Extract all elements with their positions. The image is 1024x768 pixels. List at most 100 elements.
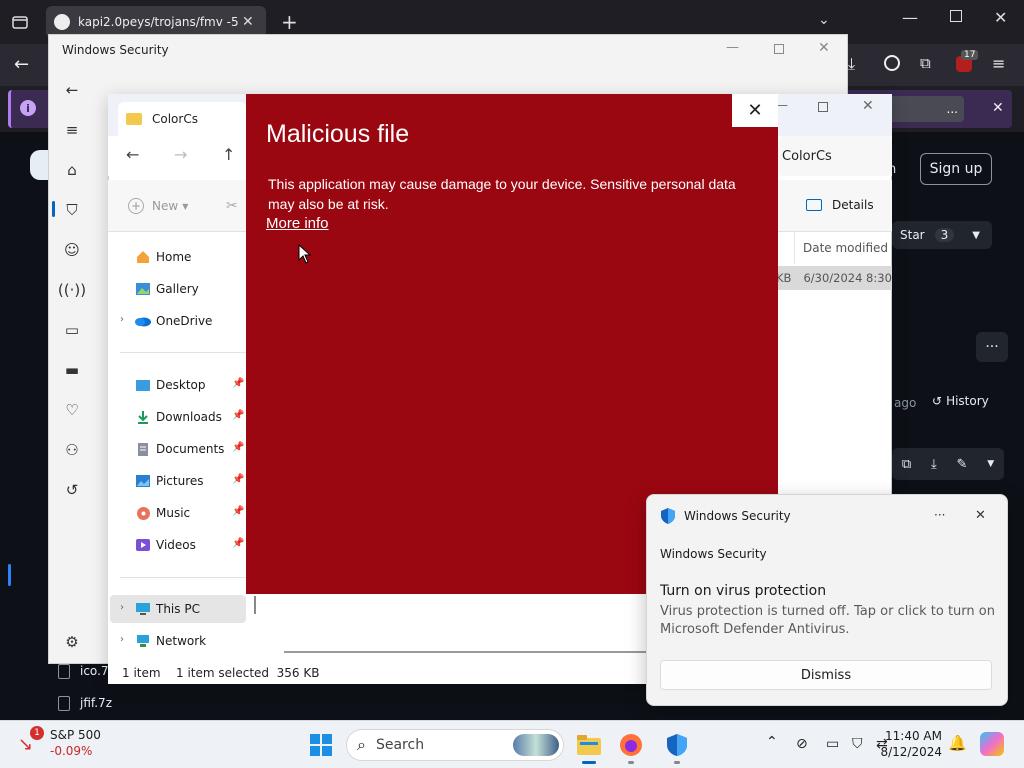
file-name[interactable]: ico.7	[80, 664, 109, 678]
sidebar-item-videos[interactable]: Videos	[134, 533, 246, 557]
taskbar-search[interactable]: ⌕ Search	[346, 729, 564, 761]
sidebar-item-gallery[interactable]: Gallery	[134, 277, 246, 301]
pin-icon[interactable]: 📌	[232, 378, 244, 389]
column-header-date[interactable]: Date modified	[794, 232, 892, 264]
sidebar-item-documents[interactable]: Documents	[134, 437, 246, 461]
running-app-indicator	[628, 761, 634, 764]
back-icon[interactable]: ←	[126, 145, 139, 164]
info-close-icon[interactable]: ✕	[992, 100, 1004, 116]
sidebar-item-home[interactable]: Home	[134, 245, 246, 269]
chevron-up-icon[interactable]: ⌃	[766, 734, 778, 750]
close-icon[interactable]: ✕	[242, 14, 254, 30]
explorer-statusbar: 1 item 1 item selected 356 KB	[108, 660, 648, 684]
dialog-close-button[interactable]: ✕	[732, 94, 778, 127]
up-icon[interactable]: ↑	[222, 145, 235, 164]
star-button[interactable]: Star 3 ▼	[892, 221, 992, 249]
dismiss-button[interactable]: Dismiss	[660, 660, 992, 690]
browser-tab-title: kapi2.0peys/trojans/fmv -50/ColorCs	[78, 15, 238, 29]
tab-list-icon[interactable]	[10, 12, 30, 32]
horizontal-scrollbar[interactable]	[284, 651, 646, 653]
expand-chevron-icon[interactable]: ›	[120, 602, 124, 613]
close-window-button[interactable]: ✕	[818, 40, 830, 56]
menu-icon[interactable]: ≡	[992, 54, 1005, 73]
hamburger-icon[interactable]: ≡	[62, 120, 82, 140]
app-browser-icon[interactable]: ▭	[62, 320, 82, 340]
file-explorer-taskbar-icon[interactable]	[572, 728, 606, 762]
new-button[interactable]: + New ▼	[128, 198, 188, 214]
maximize-button[interactable]	[950, 10, 962, 22]
signup-button[interactable]: Sign up	[920, 153, 992, 185]
cut-icon[interactable]: ✂	[226, 198, 238, 214]
pictures-icon	[134, 473, 152, 489]
notification-bell-icon[interactable]: 🔔	[948, 734, 967, 752]
sidebar-item-this-pc[interactable]: This PC	[134, 597, 246, 621]
close-window-button[interactable]: ✕	[994, 8, 1007, 27]
health-icon[interactable]: ♡	[62, 400, 82, 420]
download-icon[interactable]: ⤓	[931, 457, 937, 472]
chevron-down-icon[interactable]: ⌄	[818, 12, 830, 28]
history-link[interactable]: ↺ History	[932, 394, 989, 408]
display-icon[interactable]: ▭	[826, 736, 839, 752]
pin-icon[interactable]: 📌	[232, 506, 244, 517]
download-icon[interactable]: ⤓	[848, 54, 855, 74]
toast-close-icon[interactable]: ✕	[975, 508, 986, 523]
shield-icon[interactable]: ⛉	[62, 200, 82, 220]
pin-icon[interactable]: 📌	[232, 442, 244, 453]
file-name[interactable]: jfif.7z	[80, 696, 112, 710]
extensions-icon[interactable]: ⧉	[920, 54, 931, 72]
history-icon[interactable]: ↺	[62, 480, 82, 500]
back-icon[interactable]: ←	[62, 80, 82, 100]
expand-chevron-icon[interactable]: ›	[120, 634, 124, 645]
sidebar-item-pictures[interactable]: Pictures	[134, 469, 246, 493]
settings-icon[interactable]: ⚙	[62, 632, 82, 652]
start-button[interactable]	[304, 728, 338, 762]
edit-icon[interactable]: ✎	[957, 457, 968, 472]
sidebar-item-downloads[interactable]: Downloads	[134, 405, 246, 429]
minimize-button[interactable]: —	[726, 40, 739, 55]
pin-icon[interactable]: 📌	[232, 474, 244, 485]
expand-chevron-icon[interactable]: ›	[120, 314, 124, 325]
firewall-icon[interactable]: ((·))	[58, 280, 86, 300]
github-logo-icon[interactable]	[30, 150, 50, 180]
details-pane-icon	[806, 199, 822, 211]
new-label: New	[152, 199, 179, 213]
file-row-selected[interactable]: KB 6/30/2024 8:30 AM	[776, 266, 892, 290]
copilot-icon[interactable]	[980, 732, 1004, 756]
sidebar-scrollbar[interactable]	[254, 596, 256, 614]
account-icon[interactable]: ☺	[62, 240, 82, 260]
more-options-button[interactable]: ···	[976, 332, 1008, 362]
network-status-icon[interactable]: ⊘	[796, 736, 808, 752]
device-security-icon[interactable]: ▬	[62, 360, 82, 380]
sidebar-item-onedrive[interactable]: OneDrive	[134, 309, 246, 333]
maximize-button[interactable]	[818, 102, 828, 112]
clock[interactable]: 11:40 AM 8/12/2024	[880, 728, 942, 760]
pin-icon[interactable]: 📌	[232, 538, 244, 549]
search-icon: ⌕	[357, 735, 366, 754]
address-bar[interactable]: ColorCs	[778, 136, 892, 176]
more-info-link[interactable]: More info	[266, 215, 329, 232]
info-action-button[interactable]: ...	[884, 96, 964, 122]
maximize-button[interactable]	[774, 44, 784, 54]
toast-more-button[interactable]: ···	[934, 508, 945, 522]
sidebar-item-network[interactable]: Network	[134, 629, 246, 653]
minimize-button[interactable]: —	[902, 8, 918, 27]
copy-icon[interactable]: ⧉	[902, 457, 911, 472]
sidebar-item-desktop[interactable]: Desktop	[134, 373, 246, 397]
family-icon[interactable]: ⚇	[62, 440, 82, 460]
explorer-tab[interactable]: ColorCs	[118, 102, 246, 136]
details-button[interactable]: Details	[806, 198, 874, 212]
security-alert-icon[interactable]: ⛉	[852, 736, 863, 752]
account-icon[interactable]	[884, 55, 900, 71]
forward-icon[interactable]: →	[174, 145, 187, 164]
new-tab-button[interactable]: +	[281, 10, 298, 34]
pin-icon[interactable]: 📌	[232, 410, 244, 421]
chevron-down-icon[interactable]: ▼	[987, 459, 994, 469]
back-icon[interactable]: ←	[14, 54, 29, 75]
home-icon[interactable]: ⌂	[62, 160, 82, 180]
sidebar-item-music[interactable]: Music	[134, 501, 246, 525]
stock-change: -0.09%	[50, 744, 93, 758]
stock-widget[interactable]: ↘ 1 S&P 500 -0.09%	[18, 726, 128, 762]
close-window-button[interactable]: ✕	[862, 98, 874, 114]
windows-security-taskbar-icon[interactable]	[660, 728, 694, 762]
firefox-icon[interactable]	[614, 728, 648, 762]
